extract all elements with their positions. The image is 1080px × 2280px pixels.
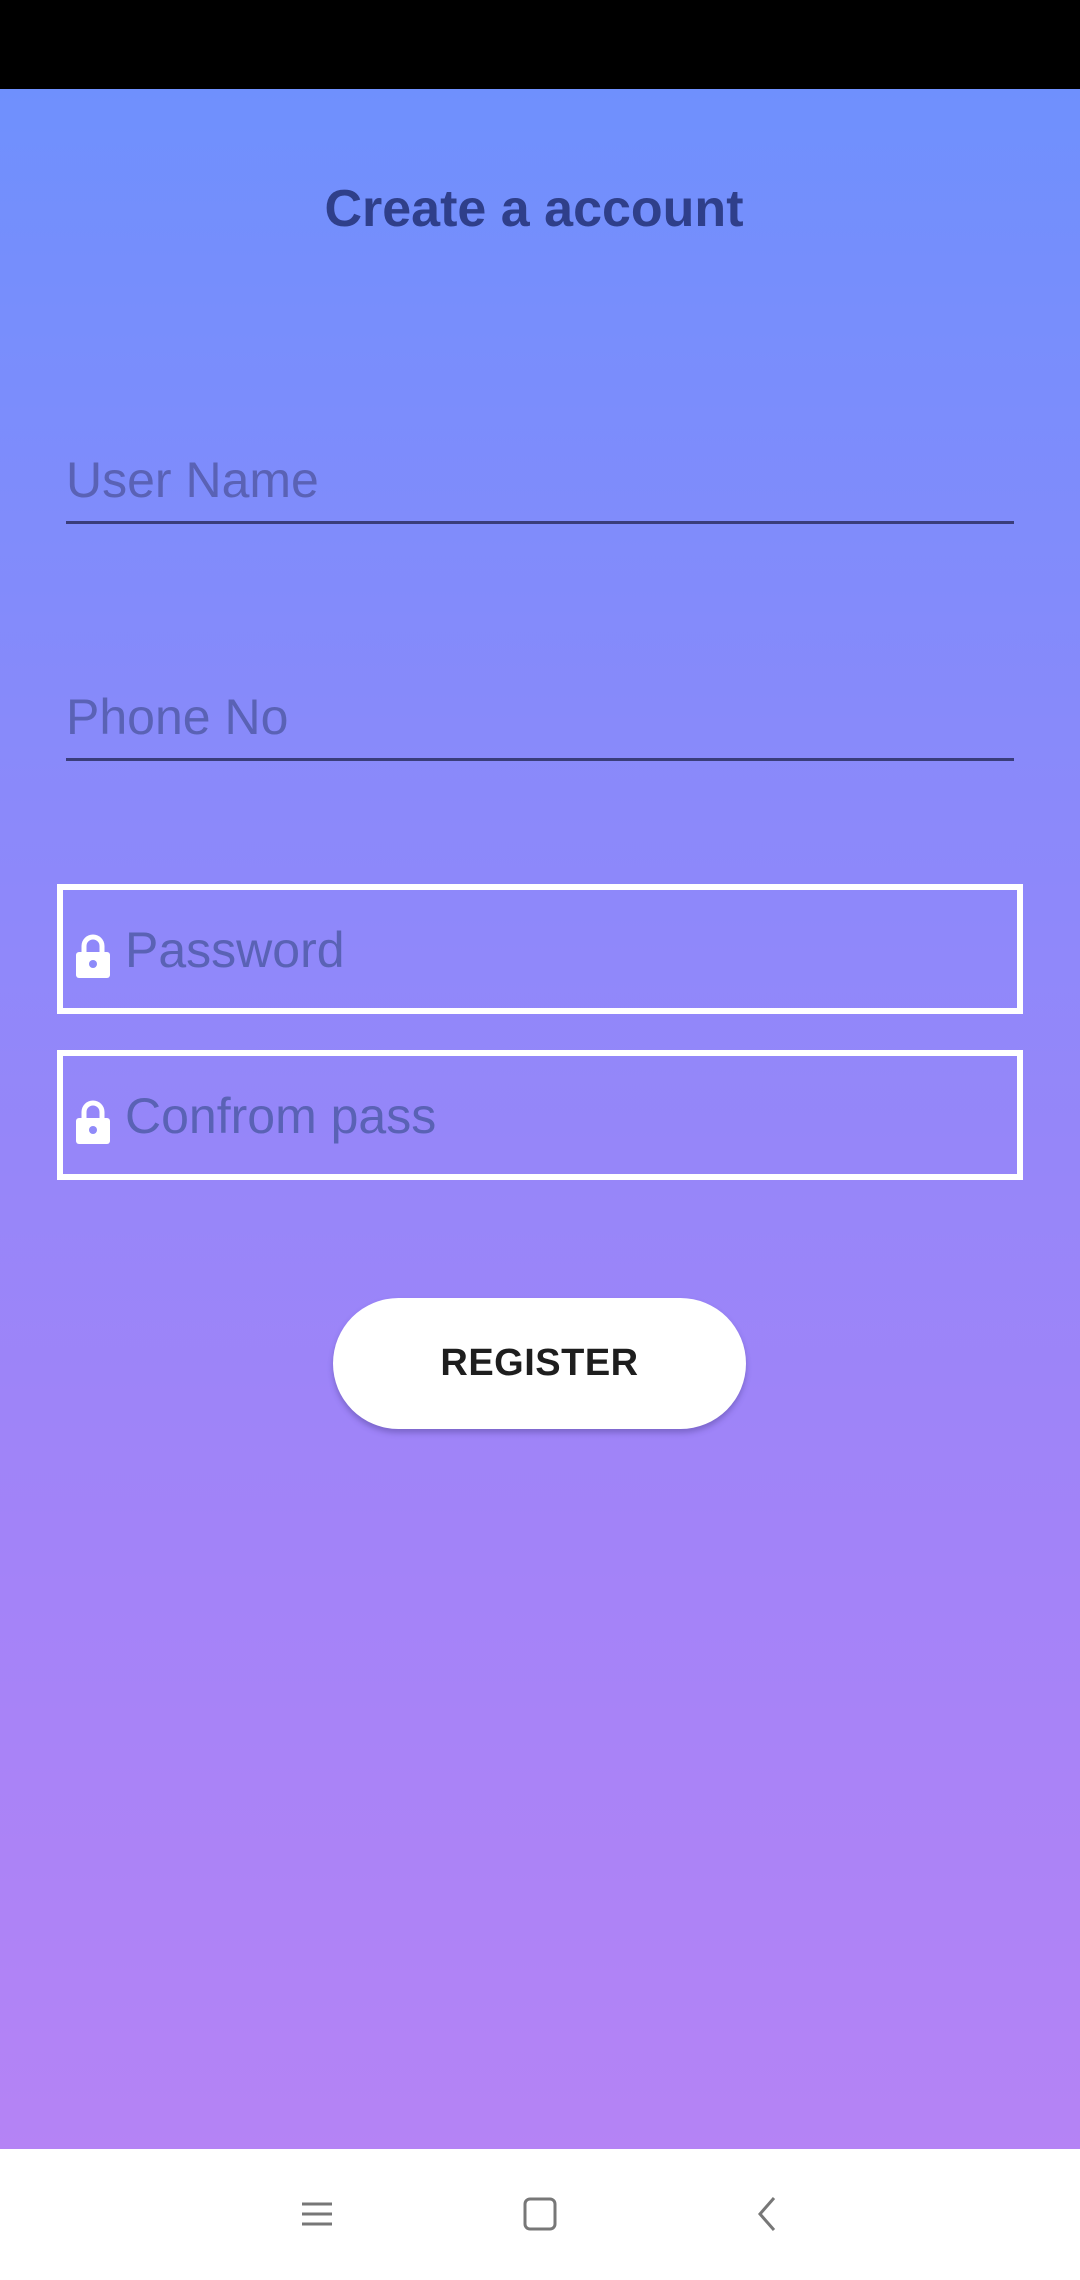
username-field [66, 429, 1014, 524]
register-button[interactable]: REGISTER [333, 1298, 746, 1429]
register-screen: Create a account REGISTER [0, 89, 1080, 2149]
password-field [57, 884, 1023, 1014]
navigation-bar [0, 2149, 1080, 2280]
page-title: Create a account [324, 180, 744, 238]
lock-icon [76, 1100, 110, 1144]
confirm-password-input[interactable] [125, 1076, 1005, 1156]
phone-field [66, 666, 1014, 761]
confirm-password-field [57, 1050, 1023, 1180]
menu-icon[interactable] [282, 2179, 352, 2249]
status-bar [0, 0, 1080, 89]
lock-icon [76, 934, 110, 978]
back-chevron-icon[interactable] [732, 2179, 802, 2249]
home-square-icon[interactable] [505, 2179, 575, 2249]
username-input[interactable] [66, 445, 1014, 515]
password-input[interactable] [125, 910, 1005, 990]
phone-input[interactable] [66, 682, 1014, 752]
